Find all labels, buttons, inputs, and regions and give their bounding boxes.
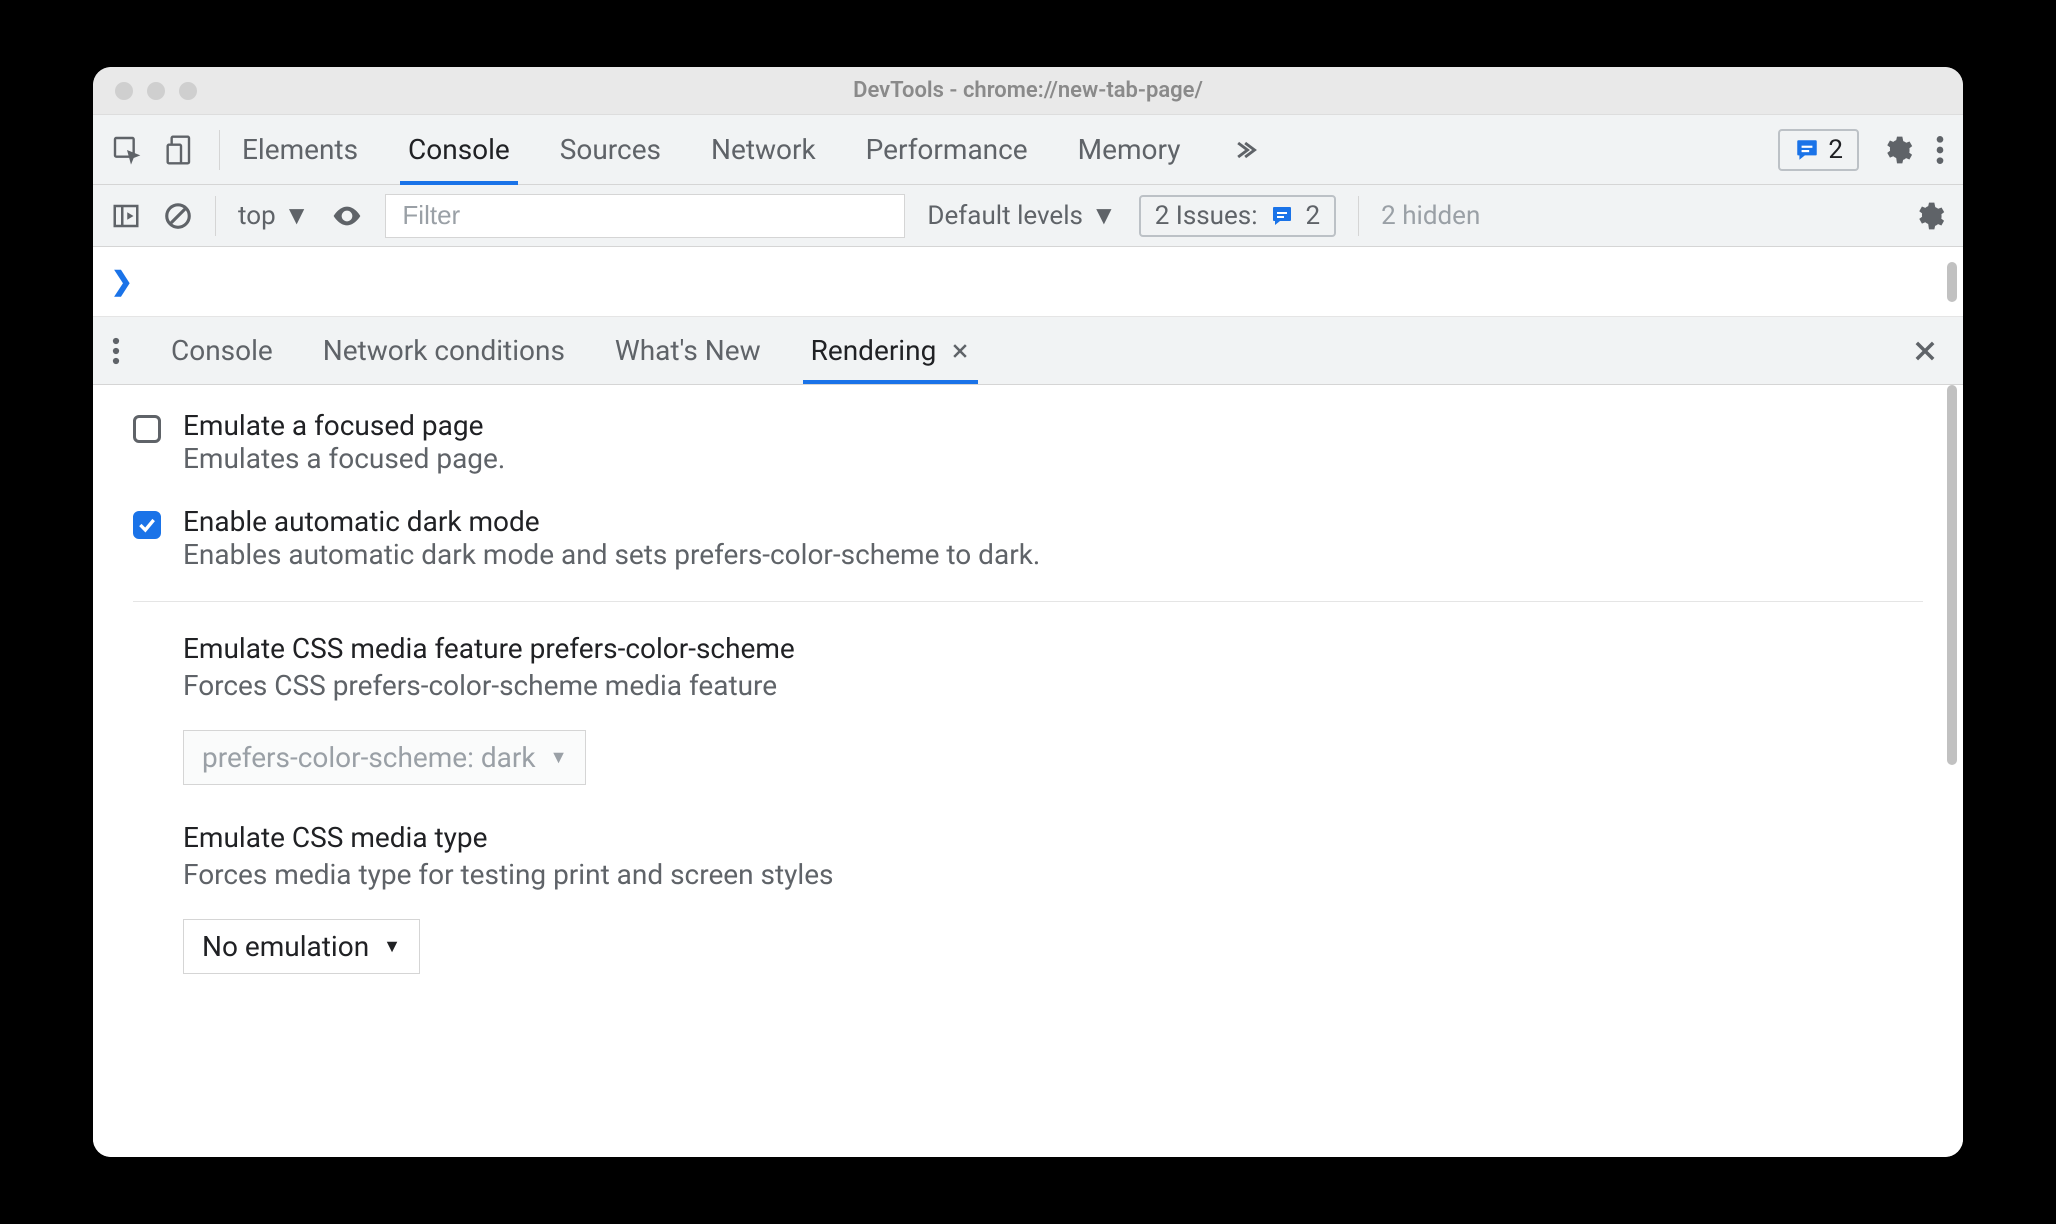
section-prefers-color-scheme: Emulate CSS media feature prefers-color-… (183, 632, 1923, 785)
titlebar: DevTools - chrome://new-tab-page/ (93, 67, 1963, 115)
context-select[interactable]: top ▼ (238, 200, 309, 231)
close-tab-icon[interactable] (950, 341, 970, 361)
divider (1358, 196, 1359, 236)
tab-network[interactable]: Network (711, 133, 816, 184)
issues-count: 2 (1306, 201, 1321, 231)
select-prefers-color-scheme[interactable]: prefers-color-scheme: dark ▼ (183, 730, 586, 785)
option-title: Emulate a focused page (183, 409, 505, 442)
triangle-down-icon: ▼ (550, 747, 568, 768)
tab-memory[interactable]: Memory (1078, 133, 1181, 184)
more-tabs-icon[interactable] (1230, 136, 1258, 164)
issues-label: 2 Issues: (1155, 201, 1258, 231)
messages-count: 2 (1828, 135, 1843, 165)
drawer-tab-whats-new[interactable]: What's New (615, 334, 761, 383)
close-light-icon[interactable] (115, 82, 133, 100)
section-title: Emulate CSS media type (183, 821, 1923, 854)
tab-sources[interactable]: Sources (560, 133, 661, 184)
context-label: top (238, 201, 276, 231)
zoom-light-icon[interactable] (179, 82, 197, 100)
option-desc: Enables automatic dark mode and sets pre… (183, 538, 1040, 571)
messages-icon (1794, 137, 1820, 163)
inspect-icon[interactable] (111, 134, 143, 166)
device-toggle-icon[interactable] (165, 134, 197, 166)
triangle-down-icon: ▼ (1091, 200, 1117, 231)
tab-elements[interactable]: Elements (242, 133, 358, 184)
checkbox-emulate-focused[interactable] (133, 415, 161, 443)
traffic-lights (115, 82, 197, 100)
clear-console-icon[interactable] (163, 201, 193, 231)
scrollbar[interactable] (1947, 385, 1957, 765)
devtools-window: DevTools - chrome://new-tab-page/ Elemen… (93, 67, 1963, 1157)
select-label: No emulation (202, 930, 369, 963)
toggle-sidebar-icon[interactable] (111, 201, 141, 231)
section-title: Emulate CSS media feature prefers-color-… (183, 632, 1923, 665)
console-body: ❯ (93, 247, 1963, 317)
minimize-light-icon[interactable] (147, 82, 165, 100)
option-title: Enable automatic dark mode (183, 505, 1040, 538)
console-settings-icon[interactable] (1913, 200, 1945, 232)
scrollbar[interactable] (1947, 262, 1957, 302)
section-desc: Forces CSS prefers-color-scheme media fe… (183, 669, 1923, 702)
section-media-type: Emulate CSS media type Forces media type… (183, 821, 1923, 974)
rendering-panel: Emulate a focused page Emulates a focuse… (93, 385, 1963, 1157)
option-auto-dark-mode: Enable automatic dark mode Enables autom… (133, 505, 1923, 571)
tab-console[interactable]: Console (408, 133, 510, 184)
issues-box[interactable]: 2 Issues: 2 (1139, 195, 1336, 237)
divider (219, 130, 220, 170)
close-drawer-icon[interactable] (1911, 337, 1939, 365)
settings-icon[interactable] (1881, 134, 1913, 166)
hidden-count: 2 hidden (1381, 201, 1480, 231)
devtools-topbar: Elements Console Sources Network Perform… (93, 115, 1963, 185)
drawer-tabs: Console Network conditions What's New Re… (93, 317, 1963, 385)
console-toolbar: top ▼ Default levels ▼ 2 Issues: 2 2 hid… (93, 185, 1963, 247)
eye-icon[interactable] (331, 200, 363, 232)
window-title: DevTools - chrome://new-tab-page/ (853, 78, 1203, 103)
option-emulate-focused: Emulate a focused page Emulates a focuse… (133, 409, 1923, 475)
section-desc: Forces media type for testing print and … (183, 858, 1923, 891)
drawer-menu-icon[interactable] (111, 336, 121, 366)
divider (215, 196, 216, 236)
select-label: prefers-color-scheme: dark (202, 741, 536, 774)
kebab-menu-icon[interactable] (1935, 134, 1945, 166)
topbar-right: 2 (1778, 129, 1945, 171)
triangle-down-icon: ▼ (383, 936, 401, 957)
drawer-tab-rendering[interactable]: Rendering (811, 334, 971, 383)
select-media-type[interactable]: No emulation ▼ (183, 919, 420, 974)
option-desc: Emulates a focused page. (183, 442, 505, 475)
checkbox-auto-dark-mode[interactable] (133, 511, 161, 539)
triangle-down-icon: ▼ (284, 200, 310, 231)
filter-input[interactable] (385, 194, 905, 238)
drawer-tab-network-conditions[interactable]: Network conditions (323, 334, 565, 383)
main-tabs: Elements Console Sources Network Perform… (242, 115, 1756, 184)
messages-badge[interactable]: 2 (1778, 129, 1859, 171)
tab-performance[interactable]: Performance (866, 133, 1028, 184)
drawer-tab-console[interactable]: Console (171, 334, 273, 383)
drawer-tab-label: Rendering (811, 334, 937, 367)
levels-label: Default levels (927, 201, 1083, 231)
prompt-chevron-icon[interactable]: ❯ (111, 267, 133, 297)
messages-icon (1270, 204, 1294, 228)
log-levels-select[interactable]: Default levels ▼ (927, 200, 1116, 231)
divider (133, 601, 1923, 602)
